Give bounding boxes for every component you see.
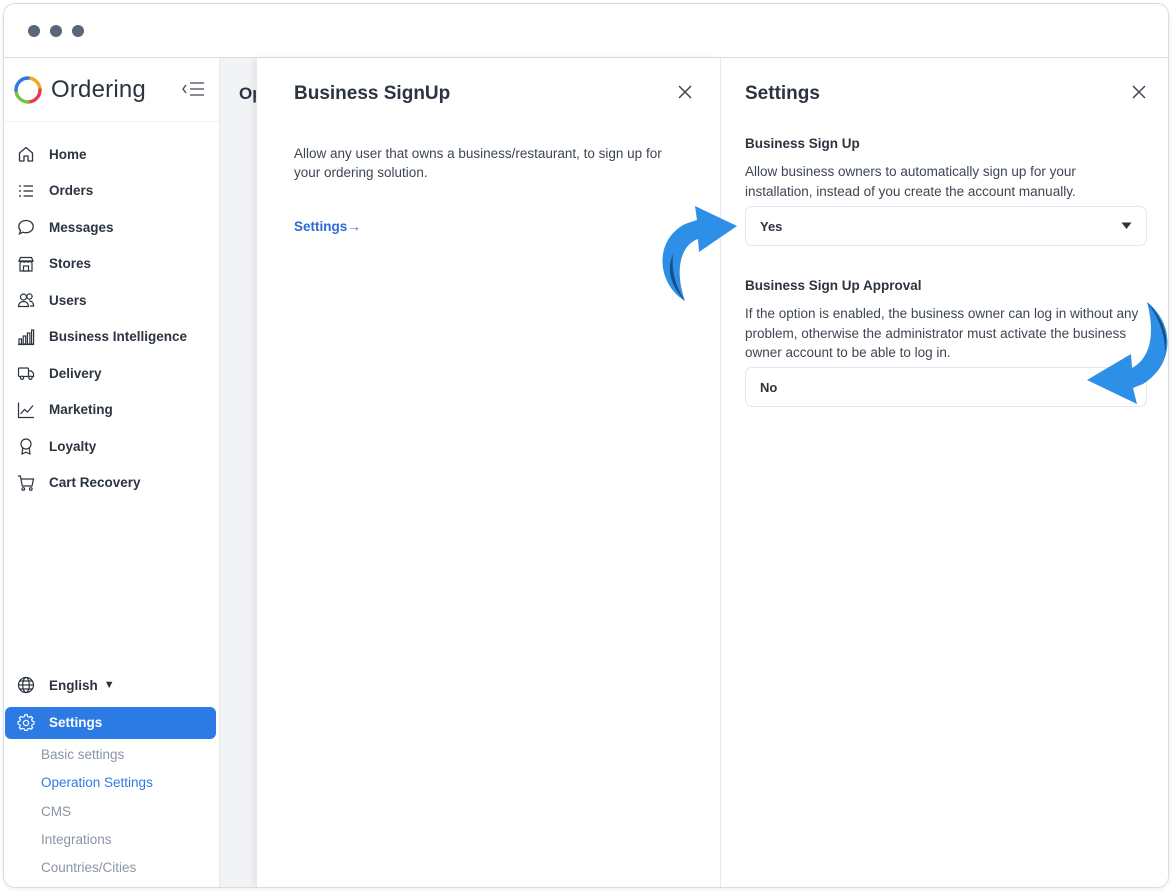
select-value: No — [760, 379, 778, 395]
sidebar-item-business-intelligence[interactable]: Business Intelligence — [4, 319, 219, 356]
sidebar-item-users[interactable]: Users — [4, 282, 219, 319]
panel-description: Allow any user that owns a business/rest… — [294, 146, 662, 180]
subnav-cms[interactable]: CMS — [4, 797, 219, 825]
settings-subnav: Basic settings Operation Settings CMS In… — [4, 741, 219, 882]
business-sign-up-label: Business Sign Up — [745, 136, 860, 151]
caret-down-icon — [1121, 222, 1132, 229]
sidebar-item-home[interactable]: Home — [4, 136, 219, 173]
sidebar-item-delivery[interactable]: Delivery — [4, 355, 219, 392]
close-icon[interactable] — [676, 83, 694, 101]
home-icon — [18, 147, 34, 162]
collapse-sidebar-icon[interactable] — [180, 78, 206, 100]
sidebar: Ordering Home Orders Messages Stores Use… — [4, 58, 220, 887]
sidebar-nav: Home Orders Messages Stores Users Busine… — [4, 122, 219, 501]
sidebar-item-label: Business Intelligence — [49, 329, 188, 345]
sidebar-item-label: Stores — [49, 256, 92, 272]
sidebar-item-loyalty[interactable]: Loyalty — [4, 428, 219, 465]
subnav-countries-cities[interactable]: Countries/Cities — [4, 854, 219, 882]
settings-link[interactable]: Settings→ — [294, 219, 361, 234]
select-value: Yes — [760, 218, 783, 234]
business-sign-up-select[interactable]: Yes — [745, 206, 1147, 246]
arrow-right-icon: → — [347, 219, 361, 234]
background-page: Operation Settings — [220, 58, 256, 887]
sidebar-item-label: Delivery — [49, 365, 102, 381]
users-icon — [17, 293, 35, 308]
business-sign-up-description: Allow business owners to automatically s… — [745, 164, 1076, 199]
language-label: English — [49, 677, 98, 693]
brand-name: Ordering — [51, 75, 146, 103]
sidebar-item-marketing[interactable]: Marketing — [4, 392, 219, 429]
cart-icon — [18, 475, 35, 491]
window-titlebar — [4, 4, 1168, 58]
subnav-basic-settings[interactable]: Basic settings — [4, 741, 219, 769]
app-window: Ordering Home Orders Messages Stores Use… — [3, 3, 1169, 888]
line-chart-icon — [17, 402, 34, 418]
sidebar-item-orders[interactable]: Orders — [4, 173, 219, 210]
language-selector[interactable]: English ▼ — [4, 667, 219, 704]
sidebar-item-label: Cart Recovery — [49, 475, 141, 491]
ordering-logo-icon — [14, 75, 42, 104]
close-icon[interactable] — [1130, 83, 1148, 101]
window-dot — [72, 24, 84, 37]
gear-icon — [17, 713, 35, 731]
award-icon — [20, 438, 32, 456]
chat-icon — [18, 220, 34, 236]
annotation-arrow-icon — [662, 206, 737, 301]
background-page-title: Operation Settings — [239, 84, 256, 103]
settings-panel: Settings Business Sign Up Allow business… — [721, 58, 1168, 887]
list-icon — [19, 185, 33, 197]
sidebar-item-label: Marketing — [49, 402, 113, 418]
caret-down-icon: ▼ — [103, 679, 115, 692]
business-sign-up-approval-label: Business Sign Up Approval — [745, 278, 922, 293]
settings-link-label: Settings — [294, 219, 348, 234]
store-icon — [18, 256, 34, 272]
sidebar-item-label: Settings — [49, 715, 103, 730]
sidebar-item-settings[interactable]: Settings — [5, 706, 216, 739]
sidebar-item-cart-recovery[interactable]: Cart Recovery — [4, 465, 219, 502]
window-dot — [28, 24, 40, 37]
sidebar-item-messages[interactable]: Messages — [4, 209, 219, 246]
truck-icon — [17, 367, 35, 381]
panel-title: Business SignUp — [294, 83, 451, 104]
panel-title: Settings — [745, 83, 820, 104]
sidebar-item-label: Loyalty — [49, 438, 97, 454]
sidebar-item-label: Orders — [49, 183, 94, 199]
subnav-operation-settings[interactable]: Operation Settings — [4, 769, 219, 797]
sidebar-bottom: English ▼ Settings Basic settings Operat… — [4, 667, 219, 882]
window-dot — [50, 24, 62, 37]
subnav-integrations[interactable]: Integrations — [4, 825, 219, 853]
business-signup-panel: Business SignUp Allow any user that owns… — [256, 58, 721, 887]
sidebar-item-label: Home — [49, 146, 87, 162]
sidebar-item-label: Users — [49, 292, 87, 308]
sidebar-item-label: Messages — [49, 219, 114, 235]
sidebar-item-stores[interactable]: Stores — [4, 246, 219, 283]
bar-chart-icon — [18, 329, 35, 345]
annotation-arrow-icon — [1087, 302, 1168, 404]
globe-icon — [17, 677, 35, 694]
